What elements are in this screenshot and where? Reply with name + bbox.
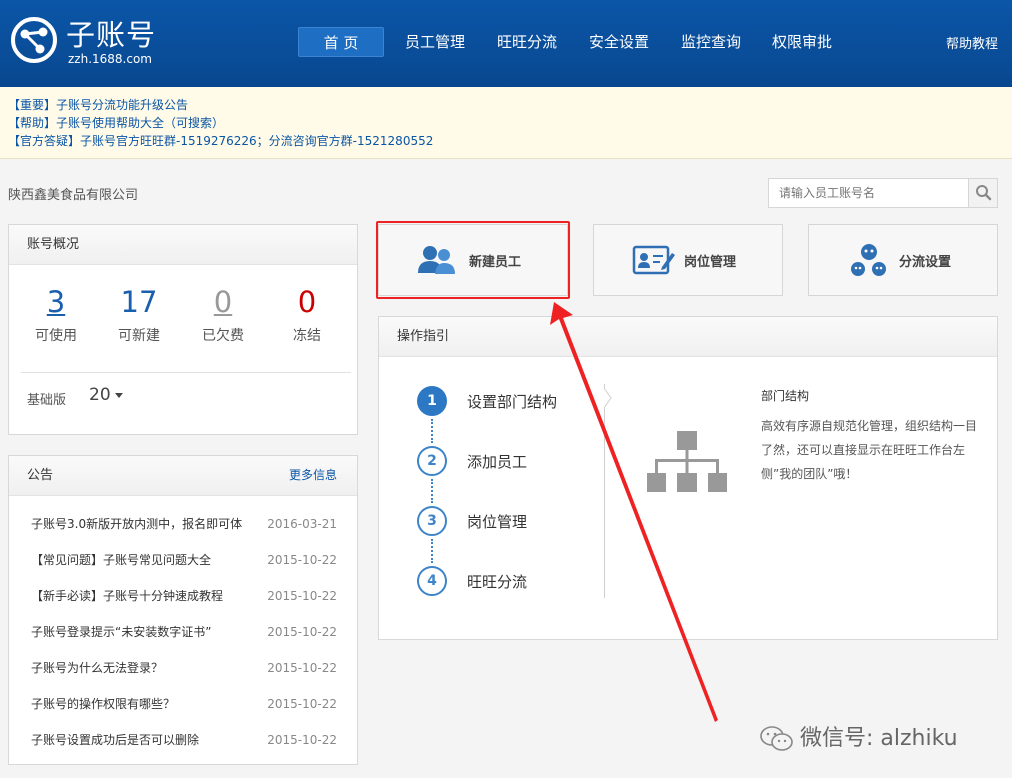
announcement-item-date: 2015-10-22: [267, 697, 337, 711]
stat-creatable-label: 可新建: [118, 328, 160, 344]
wechat-icon: [760, 726, 793, 751]
users-icon: [418, 246, 455, 274]
step-label-position-management[interactable]: 岗位管理: [467, 511, 527, 532]
notice-bar: 【重要】子账号分流功能升级公告 【帮助】子账号使用帮助大全（可搜索） 【官方答疑…: [0, 87, 1012, 159]
nav-staff-management[interactable]: 员工管理: [400, 27, 470, 57]
watermark-text: 微信号: alzhiku: [800, 726, 958, 751]
announcement-item-date: 2015-10-22: [267, 553, 337, 567]
step-desc-title: 部门结构: [761, 389, 810, 403]
overview-divider: [21, 372, 351, 373]
nav-security-settings[interactable]: 安全设置: [584, 27, 654, 57]
announcement-item[interactable]: 【常见问题】子账号常见问题大全 2015-10-22: [31, 550, 337, 570]
nav-wangwang-diversion[interactable]: 旺旺分流: [492, 27, 562, 57]
step-connector: [431, 419, 433, 443]
step-connector: [431, 539, 433, 563]
guide-divider: [604, 384, 605, 598]
stat-available[interactable]: 3 可使用: [26, 285, 86, 345]
logo[interactable]: 子账号 zzh.1688.com: [10, 14, 170, 70]
stat-creatable-value: 17: [120, 285, 158, 319]
search-icon: [976, 185, 992, 201]
position-management-button[interactable]: 岗位管理: [593, 224, 783, 296]
more-info-link[interactable]: 更多信息: [289, 456, 337, 495]
diversion-settings-button[interactable]: 分流设置: [808, 224, 998, 296]
top-header: 子账号 zzh.1688.com 首 页 员工管理 旺旺分流 安全设置 监控查询…: [0, 0, 1012, 87]
announcement-header: 公告 更多信息: [9, 456, 357, 496]
announcement-item-title[interactable]: 子账号的操作权限有哪些？: [31, 694, 175, 714]
notice-official-qa[interactable]: 【官方答疑】子账号官方旺旺群-1519276226；分流咨询官方群-152128…: [8, 132, 1012, 150]
announcement-item-date: 2015-10-22: [267, 661, 337, 675]
guide-body: 1 设置部门结构 2 添加员工 3 岗位管理 4 旺旺分流 部门结构 高效有序源…: [379, 358, 997, 639]
step-connector: [431, 479, 433, 503]
operation-guide-panel: 操作指引 1 设置部门结构 2 添加员工 3 岗位管理 4 旺旺分流 部门结构: [378, 316, 998, 640]
edition-count-value: 20: [89, 385, 111, 405]
stat-available-value[interactable]: 3: [26, 285, 86, 319]
id-card-edit-icon: [632, 245, 675, 275]
logo-title: 子账号: [66, 18, 157, 52]
logo-domain: zzh.1688.com: [68, 52, 152, 66]
staff-search: [768, 178, 998, 208]
announcement-item-title[interactable]: 【常见问题】子账号常见问题大全: [31, 550, 211, 570]
edition-label: 基础版: [27, 393, 67, 408]
stat-frozen-value: 0: [297, 285, 317, 319]
announcement-panel: 公告 更多信息 子账号3.0新版开放内测中，报名即可体 2016-03-21 【…: [8, 455, 358, 765]
announcement-item-title[interactable]: 子账号设置成功后是否可以删除: [31, 730, 199, 750]
operation-guide-title: 操作指引: [379, 317, 997, 357]
announcement-item-title[interactable]: 子账号为什么无法登录？: [31, 658, 163, 678]
announcement-item-title[interactable]: 子账号3.0新版开放内测中，报名即可体: [31, 514, 242, 534]
share-network-icon: [11, 17, 57, 63]
announcement-item-date: 2015-10-22: [267, 589, 337, 603]
stat-overdue-value[interactable]: 0: [193, 285, 253, 319]
account-overview-title: 账号概况: [9, 225, 357, 265]
org-chart-icon: [647, 431, 727, 492]
step-desc-text: 高效有序源自规范化管理，组织结构一目了然，还可以直接显示在旺旺工作台左侧”我的团…: [761, 419, 978, 481]
step-circle-4[interactable]: 4: [417, 566, 447, 596]
announcement-item-date: 2015-10-22: [267, 625, 337, 639]
stat-available-label: 可使用: [35, 328, 77, 344]
staff-search-input[interactable]: [769, 179, 969, 207]
step-circle-2[interactable]: 2: [417, 446, 447, 476]
diversion-icon: [851, 244, 886, 276]
step-circle-1[interactable]: 1: [417, 386, 447, 416]
step-label-dept-structure[interactable]: 设置部门结构: [467, 391, 557, 412]
announcement-item[interactable]: 子账号为什么无法登录？ 2015-10-22: [31, 658, 337, 678]
help-tutorial-link[interactable]: 帮助教程: [946, 33, 998, 52]
announcement-item-date: 2016-03-21: [267, 517, 337, 531]
wechat-watermark: 微信号: alzhiku: [760, 720, 958, 752]
announcement-item[interactable]: 子账号登录提示“未安装数字证书” 2015-10-22: [31, 622, 337, 642]
stat-creatable: 17 可新建: [109, 285, 169, 345]
company-name: 陕西鑫美食品有限公司: [8, 188, 139, 203]
step-label-add-staff[interactable]: 添加员工: [467, 451, 527, 472]
announcement-item[interactable]: 子账号3.0新版开放内测中，报名即可体 2016-03-21: [31, 514, 337, 534]
notice-help[interactable]: 【帮助】子账号使用帮助大全（可搜索）: [8, 114, 1012, 132]
announcement-item-title[interactable]: 【新手必读】子账号十分钟速成教程: [31, 586, 223, 606]
new-staff-label: 新建员工: [469, 255, 522, 270]
announcement-item[interactable]: 子账号的操作权限有哪些？ 2015-10-22: [31, 694, 337, 714]
stat-frozen: 0 冻结: [277, 285, 337, 345]
search-button[interactable]: [968, 179, 997, 207]
announcement-item-title[interactable]: 子账号登录提示“未安装数字证书”: [31, 622, 211, 642]
new-staff-button[interactable]: 新建员工: [378, 224, 568, 296]
position-management-label: 岗位管理: [684, 255, 737, 270]
caret-down-icon: [114, 392, 123, 398]
notice-important[interactable]: 【重要】子账号分流功能升级公告: [8, 96, 1012, 114]
nav-home[interactable]: 首 页: [298, 27, 384, 57]
account-overview-panel: 账号概况 3 可使用 17 可新建 0 已欠费 0 冻结 基础版 20: [8, 224, 358, 435]
nav-permission-approval[interactable]: 权限审批: [767, 27, 837, 57]
announcement-item-date: 2015-10-22: [267, 733, 337, 747]
stat-frozen-label: 冻结: [293, 328, 321, 344]
stat-overdue-label: 已欠费: [202, 328, 244, 344]
edition-count-dropdown[interactable]: 20: [89, 385, 123, 405]
stat-overdue[interactable]: 0 已欠费: [193, 285, 253, 345]
announcement-title: 公告: [27, 468, 54, 483]
diversion-settings-label: 分流设置: [899, 255, 952, 270]
announcement-item[interactable]: 子账号设置成功后是否可以删除 2015-10-22: [31, 730, 337, 750]
step-label-wangwang-diversion[interactable]: 旺旺分流: [467, 571, 527, 592]
pointer-notch-icon: [604, 388, 612, 408]
step-circle-3[interactable]: 3: [417, 506, 447, 536]
announcement-item[interactable]: 【新手必读】子账号十分钟速成教程 2015-10-22: [31, 586, 337, 606]
nav-monitor-query[interactable]: 监控查询: [676, 27, 746, 57]
